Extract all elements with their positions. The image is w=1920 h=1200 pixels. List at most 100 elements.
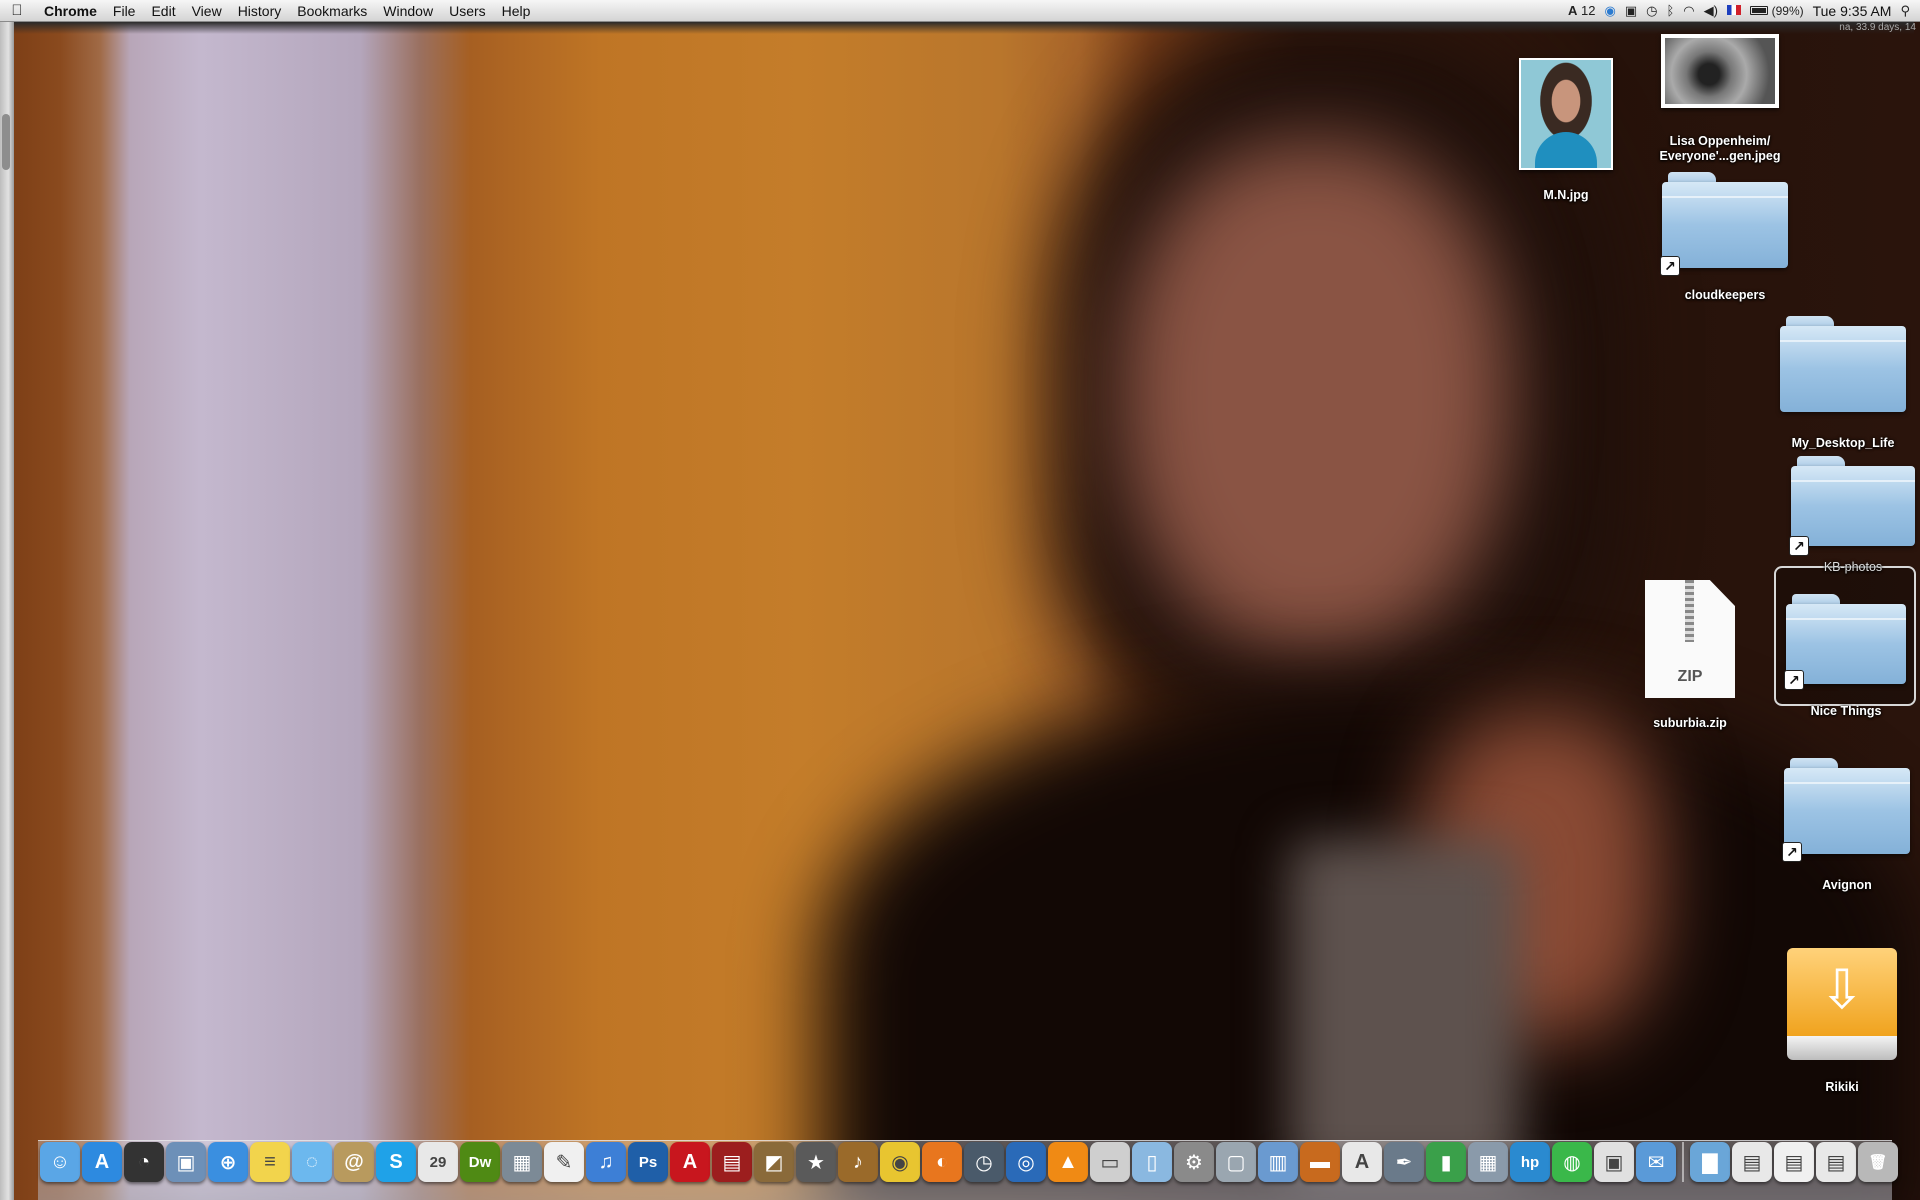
- dreamweaver-icon[interactable]: Dw: [460, 1142, 500, 1182]
- address-book-icon[interactable]: @: [334, 1142, 374, 1182]
- menu-window[interactable]: Window: [375, 0, 441, 22]
- menu-edit[interactable]: Edit: [143, 0, 183, 22]
- dock-separator: [1682, 1142, 1684, 1182]
- battery-icon: [1749, 5, 1768, 15]
- applications-stack-icon[interactable]: ▇: [1690, 1142, 1730, 1182]
- desktop-icon-my-desktop-life[interactable]: My_Desktop_Life: [1778, 316, 1908, 451]
- disk-utility-icon[interactable]: ▭: [1090, 1142, 1130, 1182]
- folder-alias-icon: ↗: [1789, 456, 1915, 556]
- dvd-player-icon[interactable]: ◎: [1006, 1142, 1046, 1182]
- menu-history[interactable]: History: [230, 0, 290, 22]
- desktop-icon-cloudkeepers[interactable]: ↗ cloudkeepers: [1660, 172, 1790, 303]
- globe-icon[interactable]: ◉: [1605, 0, 1616, 22]
- wallpaper-face: [1120, 140, 1510, 660]
- desktop-icon-label: Avignon: [1822, 878, 1872, 892]
- alias-arrow-icon: ↗: [1784, 670, 1804, 690]
- desktop-icon-label-line2: Everyone'...gen.jpeg: [1659, 149, 1781, 163]
- scrollbar-thumb[interactable]: [2, 114, 10, 170]
- usb-drive-icon: ⇩: [1787, 948, 1897, 1060]
- adobe-reader-icon[interactable]: A: [1342, 1142, 1382, 1182]
- stickies-icon[interactable]: ≡: [250, 1142, 290, 1182]
- ical-icon[interactable]: 29: [418, 1142, 458, 1182]
- acrobat-icon[interactable]: A: [670, 1142, 710, 1182]
- calendar-sync-icon[interactable]: ▣: [1594, 1142, 1634, 1182]
- dashboard-icon[interactable]: ◔: [124, 1142, 164, 1182]
- time-machine-icon[interactable]: ◷: [1646, 0, 1657, 22]
- vlc-icon[interactable]: ▲: [1048, 1142, 1088, 1182]
- keynote-icon[interactable]: ▬: [1300, 1142, 1340, 1182]
- desktop-icon-label: Nice Things: [1810, 704, 1882, 718]
- uptime-readout: na, 33.9 days, 14: [1839, 22, 1916, 33]
- clock[interactable]: Tue 9:35 AM: [1813, 0, 1892, 22]
- bluetooth-icon[interactable]: ᛒ: [1666, 0, 1674, 22]
- menu-file[interactable]: File: [105, 0, 144, 22]
- folder-icon: [1780, 316, 1906, 414]
- battery-menu[interactable]: (99%): [1749, 0, 1804, 22]
- pdf-stack-icon[interactable]: ▤: [1774, 1142, 1814, 1182]
- menu-bar:  Chrome File Edit View History Bookmark…: [0, 0, 1920, 22]
- display-icon[interactable]: ▣: [1625, 0, 1637, 22]
- desktop-icon-lisa-oppenheim[interactable]: Lisa Oppenheim/ Everyone'...gen.jpeg: [1640, 34, 1800, 164]
- network-utility-icon[interactable]: ▦: [1468, 1142, 1508, 1182]
- time-machine-icon[interactable]: ◷: [964, 1142, 1004, 1182]
- portrait-thumbnail-icon: [1519, 58, 1613, 170]
- cyberduck-icon[interactable]: ◍: [1552, 1142, 1592, 1182]
- wallpaper-camera: [1290, 840, 1520, 1180]
- menu-users[interactable]: Users: [441, 0, 494, 22]
- desktop-icon-label: suburbia.zip: [1653, 716, 1727, 730]
- desktop-icon-nice-things[interactable]: ↗ Nice Things: [1778, 594, 1914, 719]
- textedit-icon[interactable]: ✎: [544, 1142, 584, 1182]
- status-area: A 12 ◉ ▣ ◷ ᛒ ◠ ◀) (99%) Tue 9:35 AM ⚲: [1568, 0, 1920, 22]
- menu-bookmarks[interactable]: Bookmarks: [289, 0, 375, 22]
- documents-stack-icon[interactable]: ▤: [1732, 1142, 1772, 1182]
- imovie-icon[interactable]: ★: [796, 1142, 836, 1182]
- desktop-icon-kb-photos[interactable]: ↗ KB-photos: [1789, 456, 1916, 575]
- desktop-icon-rikiki[interactable]: ⇩ Rikiki: [1780, 948, 1904, 1095]
- trash-icon[interactable]: 🗑: [1858, 1142, 1898, 1182]
- skype-icon[interactable]: S: [376, 1142, 416, 1182]
- image-capture-icon[interactable]: ▢: [1216, 1142, 1256, 1182]
- garageband-icon[interactable]: ♪: [838, 1142, 878, 1182]
- volume-icon[interactable]: ◀): [1704, 0, 1718, 22]
- firefox-icon[interactable]: ◐: [922, 1142, 962, 1182]
- iphoto-library-icon[interactable]: ▦: [502, 1142, 542, 1182]
- menu-app-name[interactable]: Chrome: [34, 0, 105, 22]
- ichat-icon[interactable]: ◌: [292, 1142, 332, 1182]
- photoshop-icon[interactable]: Ps: [628, 1142, 668, 1182]
- desktop-icon-suburbia-zip[interactable]: ZIP suburbia.zip: [1630, 580, 1750, 731]
- background-window-edge[interactable]: [0, 22, 14, 1200]
- screen-sharing-icon[interactable]: ▥: [1258, 1142, 1298, 1182]
- zipper-icon: [1685, 580, 1694, 642]
- menu-view[interactable]: View: [184, 0, 230, 22]
- folder-alias-icon: ↗: [1782, 758, 1910, 862]
- desktop-icon-avignon[interactable]: ↗ Avignon: [1782, 758, 1912, 893]
- safari-icon[interactable]: ⊕: [208, 1142, 248, 1182]
- menu-help[interactable]: Help: [494, 0, 539, 22]
- downloads-stack-icon[interactable]: ▤: [1816, 1142, 1856, 1182]
- desktop-icon-label: KB-photos: [1823, 560, 1883, 574]
- finder-icon[interactable]: ☺: [40, 1142, 80, 1182]
- text-size-menu[interactable]: A 12: [1568, 0, 1595, 22]
- desktop-icon-label: M.N.jpg: [1543, 188, 1589, 202]
- documents-icon[interactable]: ▯: [1132, 1142, 1172, 1182]
- alias-arrow-icon: ↗: [1660, 256, 1680, 276]
- chrome-icon[interactable]: ◉: [880, 1142, 920, 1182]
- font-icon: A: [1568, 2, 1578, 18]
- hp-utility-icon[interactable]: hp: [1510, 1142, 1550, 1182]
- script-editor-icon[interactable]: ✒: [1384, 1142, 1424, 1182]
- photo-booth-icon[interactable]: ▤: [712, 1142, 752, 1182]
- input-source-flag-icon[interactable]: [1726, 0, 1741, 22]
- spotlight-search-icon[interactable]: ⚲: [1900, 0, 1910, 22]
- itunes-icon[interactable]: ♫: [586, 1142, 626, 1182]
- wifi-icon[interactable]: ◠: [1683, 0, 1694, 22]
- apple-mail-icon[interactable]: ✉: [1636, 1142, 1676, 1182]
- apple-logo-icon[interactable]: : [0, 2, 34, 19]
- app-store-icon[interactable]: A: [82, 1142, 122, 1182]
- folder-alias-icon: ↗: [1660, 172, 1788, 276]
- system-preferences-icon[interactable]: ⚙: [1174, 1142, 1214, 1182]
- iphoto-icon[interactable]: ◩: [754, 1142, 794, 1182]
- desktop-icon-mn-jpg[interactable]: M.N.jpg: [1506, 58, 1626, 203]
- image-thumbnail-icon: [1661, 34, 1779, 108]
- numbers-icon[interactable]: ▮: [1426, 1142, 1466, 1182]
- preview-icon[interactable]: ▣: [166, 1142, 206, 1182]
